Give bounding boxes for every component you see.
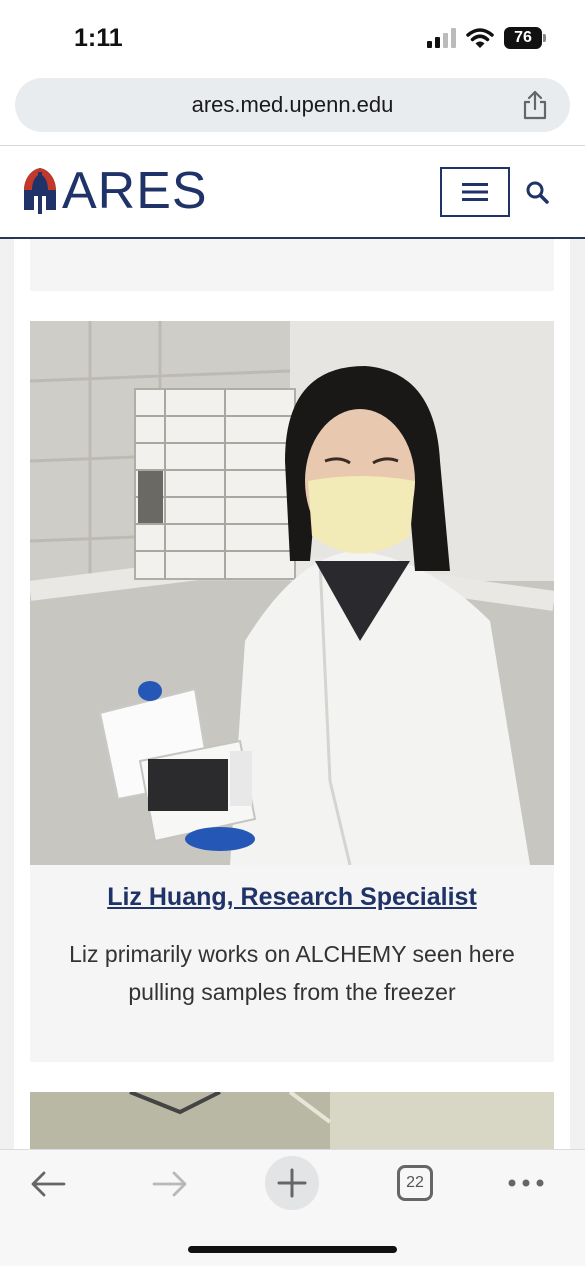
- card-title-link[interactable]: Liz Huang, Research Specialist: [30, 883, 554, 912]
- forward-arrow-icon[interactable]: [152, 1170, 188, 1198]
- battery-icon: 76: [504, 27, 546, 49]
- page-content: Liz Huang, Research Specialist Liz prima…: [0, 239, 585, 1149]
- menu-button[interactable]: [440, 167, 510, 217]
- team-member-photo: [30, 321, 554, 865]
- content-column: Liz Huang, Research Specialist Liz prima…: [14, 239, 570, 1149]
- previous-card: [30, 239, 554, 291]
- address-bar[interactable]: ares.med.upenn.edu: [15, 78, 570, 132]
- cellular-signal-icon: [427, 28, 456, 48]
- logo-text: ARES: [62, 162, 208, 220]
- status-bar: 1:11 76: [0, 0, 585, 76]
- tabs-button[interactable]: 22: [397, 1165, 433, 1201]
- home-indicator: [188, 1246, 397, 1253]
- card-description: Liz primarily works on ALCHEMY seen here…: [69, 941, 515, 1005]
- wifi-icon: [466, 28, 494, 48]
- browser-address-area: ares.med.upenn.edu: [0, 76, 585, 146]
- browser-toolbar: 22: [0, 1149, 585, 1266]
- next-card-photo: [30, 1092, 554, 1149]
- address-url[interactable]: ares.med.upenn.edu: [15, 92, 570, 118]
- status-time: 1:11: [74, 24, 123, 52]
- back-arrow-icon[interactable]: [30, 1170, 66, 1198]
- hamburger-menu-icon: [462, 183, 488, 201]
- new-tab-button[interactable]: [265, 1156, 319, 1210]
- team-member-card: Liz Huang, Research Specialist Liz prima…: [30, 321, 554, 1062]
- share-icon[interactable]: [521, 90, 549, 120]
- site-header: ARES: [0, 147, 585, 239]
- search-icon[interactable]: [525, 180, 549, 204]
- spartan-helmet-icon: [24, 168, 56, 214]
- site-logo[interactable]: ARES: [22, 165, 208, 217]
- battery-level: 76: [504, 27, 542, 49]
- more-dots-icon[interactable]: [508, 1178, 544, 1188]
- plus-icon: [277, 1168, 307, 1198]
